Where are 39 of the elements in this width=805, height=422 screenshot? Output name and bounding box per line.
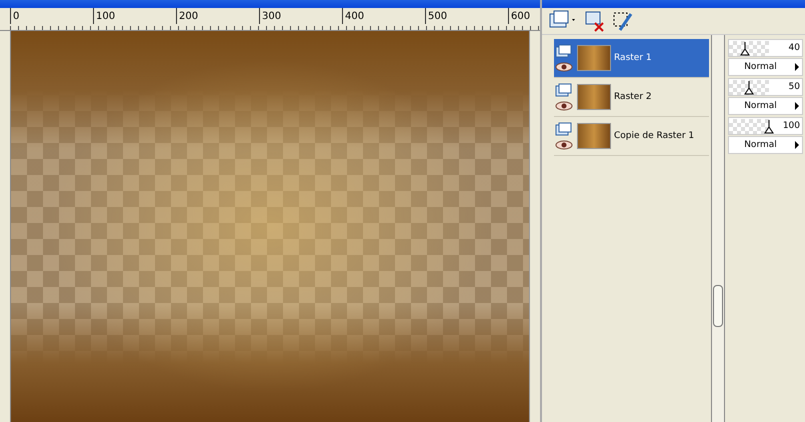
- slider-thumb[interactable]: [740, 42, 750, 56]
- splitter-handle[interactable]: [713, 285, 723, 327]
- layer-row[interactable]: Copie de Raster 1: [554, 117, 709, 156]
- opacity-value: 100: [782, 121, 801, 132]
- layer-thumbnail: [577, 84, 611, 110]
- opacity-value: 50: [788, 82, 801, 92]
- ruler-label: 200: [176, 8, 259, 24]
- opacity-slider[interactable]: 40: [728, 39, 803, 58]
- blend-mode-dropdown[interactable]: Normal: [728, 58, 803, 76]
- layer-thumbnail: [577, 45, 611, 71]
- ruler-label: 300: [259, 8, 342, 24]
- delete-layer-icon[interactable]: [584, 10, 606, 32]
- caret-icon: [795, 141, 799, 150]
- eye-icon[interactable]: [555, 62, 573, 72]
- caret-icon: [795, 63, 799, 72]
- ruler-label: 500: [425, 8, 508, 24]
- selection-brush-icon[interactable]: [612, 10, 634, 32]
- blend-mode-dropdown[interactable]: Normal: [728, 97, 803, 115]
- opacity-value: 40: [788, 43, 801, 54]
- slider-thumb[interactable]: [764, 120, 774, 134]
- blend-mode-dropdown[interactable]: Normal: [728, 136, 803, 154]
- layer-row[interactable]: Raster 2: [554, 78, 709, 117]
- opacity-slider[interactable]: 100: [728, 117, 803, 136]
- ruler-label: 0: [10, 8, 93, 24]
- layer-name: Copie de Raster 1: [614, 131, 694, 141]
- layer-icon: [555, 83, 573, 97]
- eye-icon[interactable]: [555, 101, 573, 111]
- caret-icon: [795, 102, 799, 110]
- layer-icon: [555, 122, 573, 136]
- slider-thumb[interactable]: [744, 80, 754, 95]
- ruler-label: 400: [342, 8, 425, 24]
- layer-icon: [555, 44, 573, 58]
- opacity-slider[interactable]: 50: [728, 78, 803, 96]
- layer-name: Raster 1: [614, 53, 652, 63]
- layer-thumbnail: [577, 123, 611, 149]
- ruler-label: 100: [93, 8, 176, 24]
- eye-icon[interactable]: [555, 140, 573, 150]
- layer-row[interactable]: Raster 1: [554, 39, 709, 78]
- layer-name: Raster 2: [614, 92, 652, 102]
